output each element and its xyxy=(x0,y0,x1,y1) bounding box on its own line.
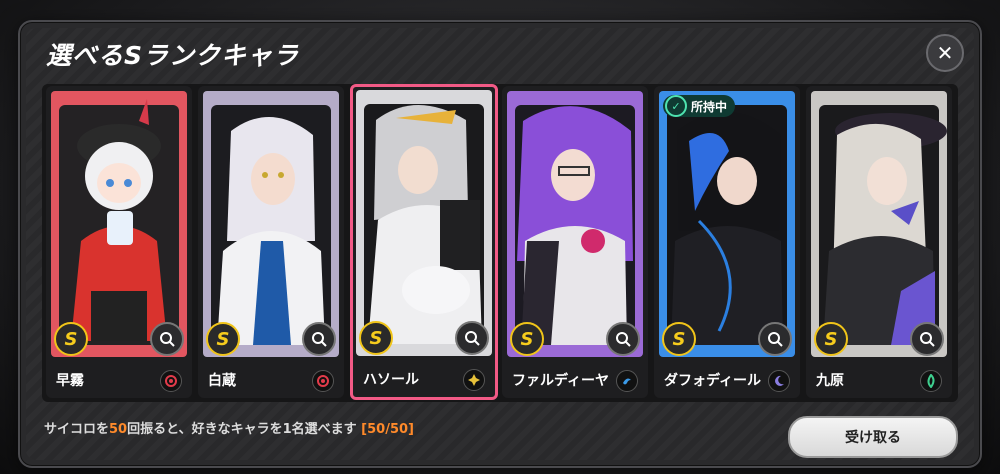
magnifier-icon xyxy=(768,332,783,347)
character-figure xyxy=(364,104,484,344)
character-name: ファルディーヤ xyxy=(512,373,610,389)
zoom-button[interactable] xyxy=(758,322,792,356)
dark-element-icon xyxy=(768,370,790,392)
fire-element-icon xyxy=(312,370,334,392)
character-figure xyxy=(667,105,787,345)
zoom-button[interactable] xyxy=(606,322,640,356)
character-portrait xyxy=(507,91,643,357)
character-figure xyxy=(515,105,635,345)
owned-tag: ✓ 所持中 xyxy=(663,95,736,117)
character-portrait: ✓ 所持中 xyxy=(659,91,795,357)
character-card[interactable]: S 白蔵 xyxy=(198,86,344,398)
magnifier-icon xyxy=(312,332,327,347)
character-figure xyxy=(59,99,179,345)
check-icon: ✓ xyxy=(665,95,687,117)
roll-count: 50 xyxy=(109,422,128,437)
character-name: 早霧 xyxy=(56,373,84,389)
s-rank-badge: S xyxy=(814,322,848,356)
character-card-list: S 早霧 S 白蔵 S ハソール S ファルディーヤ ✓ 所持中 S ダフォディ… xyxy=(42,84,958,402)
character-card-selected[interactable]: S ハソール xyxy=(350,84,498,400)
character-portrait xyxy=(356,90,492,356)
character-figure xyxy=(819,105,947,345)
fire-element-icon xyxy=(160,370,182,392)
magnifier-icon xyxy=(465,331,480,346)
receive-button[interactable]: 受け取る xyxy=(788,416,958,458)
close-button[interactable]: ✕ xyxy=(926,34,964,72)
magnifier-icon xyxy=(616,332,631,347)
character-name: ダフォディール xyxy=(664,373,762,389)
character-select-dialog: 選べるSランクキャラ ✕ S 早霧 S 白蔵 S ハソール S ファルディーヤ … xyxy=(18,20,982,468)
character-name: 白蔵 xyxy=(208,373,236,389)
zoom-button[interactable] xyxy=(910,322,944,356)
owned-label: 所持中 xyxy=(691,99,728,114)
magnifier-icon xyxy=(920,332,935,347)
close-icon: ✕ xyxy=(936,41,954,65)
character-portrait xyxy=(203,91,339,357)
zoom-button[interactable] xyxy=(302,322,336,356)
character-figure xyxy=(211,105,331,345)
character-card[interactable]: ✓ 所持中 S ダフォディール xyxy=(654,86,800,398)
s-rank-badge: S xyxy=(662,322,696,356)
dialog-title: 選べるSランクキャラ xyxy=(46,41,300,70)
character-card[interactable]: S 早霧 xyxy=(46,86,192,398)
progress-counter: [50/50] xyxy=(361,422,414,437)
magnifier-icon xyxy=(160,332,175,347)
character-name: ハソール xyxy=(363,372,419,388)
character-card[interactable]: S ファルディーヤ xyxy=(502,86,648,398)
s-rank-badge: S xyxy=(359,321,393,355)
s-rank-badge: S xyxy=(510,322,544,356)
character-name: 九原 xyxy=(816,373,844,389)
character-portrait xyxy=(811,91,947,357)
zoom-button[interactable] xyxy=(455,321,489,355)
s-rank-badge: S xyxy=(206,322,240,356)
zoom-button[interactable] xyxy=(150,322,184,356)
character-card[interactable]: S 九原 xyxy=(806,86,952,398)
water-element-icon xyxy=(616,370,638,392)
light-element-icon xyxy=(463,369,485,391)
s-rank-badge: S xyxy=(54,322,88,356)
character-portrait xyxy=(51,91,187,357)
selection-info-text: サイコロを50回振ると、好きなキャラを1名選べます [50/50] xyxy=(44,422,414,437)
wind-element-icon xyxy=(920,370,942,392)
